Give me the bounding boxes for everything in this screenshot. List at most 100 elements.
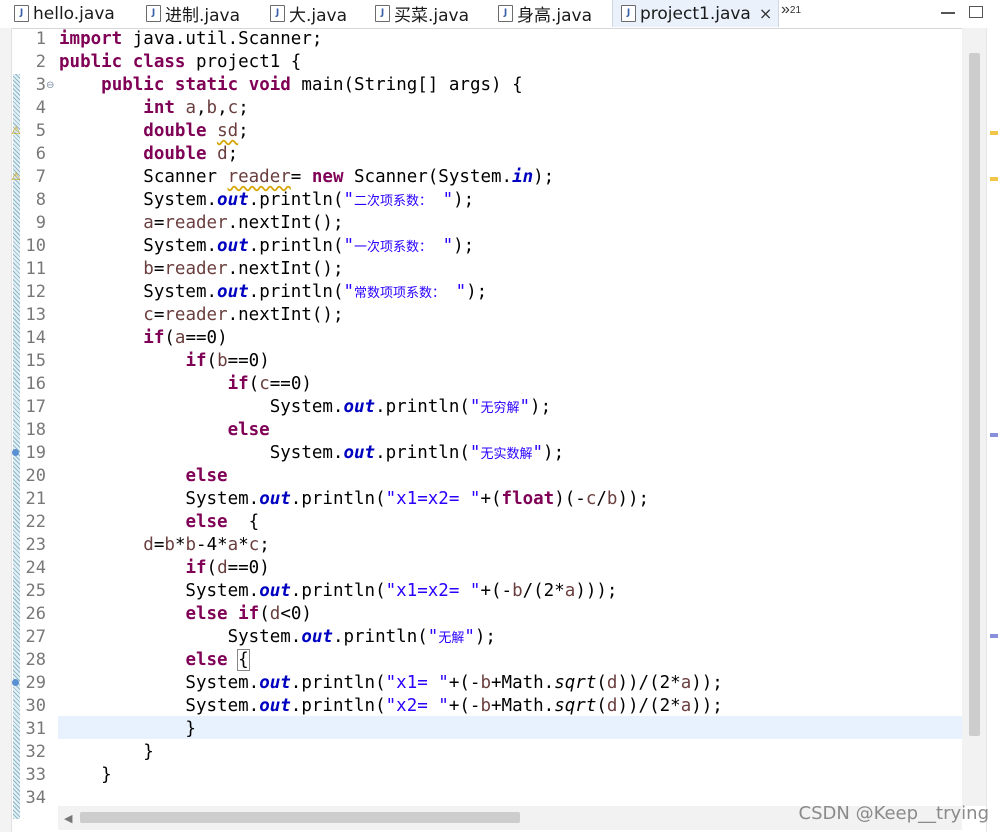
fold-collapse-icon[interactable]: ⊖	[46, 80, 54, 91]
code-line[interactable]: else {	[59, 511, 259, 534]
tab-da-java[interactable]: J 大.java	[270, 0, 347, 27]
line-number: 8	[35, 190, 46, 210]
code-line[interactable]: System.out.println("x1= "+(-b+Math.sqrt(…	[59, 672, 722, 695]
breakpoint-icon[interactable]	[12, 449, 19, 456]
code-line[interactable]: double sd;	[59, 120, 248, 143]
line-number: 28	[25, 650, 46, 670]
code-line[interactable]: System.out.println("无解");	[59, 626, 496, 649]
line-number: 21	[25, 489, 46, 509]
quick-diff-change-bar	[13, 74, 20, 819]
line-number: 17	[25, 397, 46, 417]
line-number: 18	[25, 420, 46, 440]
chevron-double-right-icon: »	[781, 1, 790, 18]
tab-label: 大.java	[289, 6, 348, 26]
code-line[interactable]: else if(d<0)	[59, 603, 311, 626]
line-number: 24	[25, 558, 46, 578]
line-number: 25	[25, 581, 46, 601]
tab-shengao-java[interactable]: J 身高.java	[498, 0, 592, 27]
line-number: 2	[35, 52, 46, 72]
code-line[interactable]: }	[59, 764, 112, 787]
code-line[interactable]: int a,b,c;	[59, 97, 248, 120]
tab-overflow-count: 21	[789, 5, 802, 16]
tab-jinzhi-java[interactable]: J 进制.java	[146, 0, 240, 27]
line-number: 13	[25, 305, 46, 325]
line-number: 16	[25, 374, 46, 394]
tab-hello-java[interactable]: J hello.java	[14, 0, 115, 27]
minimize-icon[interactable]	[941, 12, 955, 14]
code-line[interactable]: double d;	[59, 143, 238, 166]
code-line[interactable]: System.out.println("二次项系数： ");	[59, 189, 474, 212]
tab-project1-java[interactable]: J project1.java ×	[612, 0, 780, 27]
code-line[interactable]: b=reader.nextInt();	[59, 258, 343, 281]
tab-label: hello.java	[33, 3, 115, 24]
vertical-scrollbar-thumb[interactable]	[969, 53, 980, 736]
java-file-icon: J	[14, 5, 29, 22]
code-line[interactable]: if(b==0)	[59, 350, 269, 373]
line-number: 29	[25, 673, 46, 693]
code-line[interactable]: import java.util.Scanner;	[59, 28, 322, 51]
line-number: 23	[25, 535, 46, 555]
overview-occurrence-marker[interactable]	[990, 634, 998, 638]
tab-label: project1.java	[640, 3, 751, 24]
horizontal-scrollbar-thumb[interactable]	[80, 812, 520, 823]
java-file-icon: J	[621, 5, 636, 22]
line-number: 6	[35, 144, 46, 164]
code-line[interactable]: c=reader.nextInt();	[59, 304, 343, 327]
code-line[interactable]: else	[59, 465, 227, 488]
watermark: CSDN @Keep__trying	[798, 803, 989, 824]
scroll-left-icon[interactable]: ◀	[64, 812, 72, 825]
line-number: 1	[35, 29, 46, 49]
java-file-icon: J	[146, 5, 161, 22]
overview-occurrence-marker[interactable]	[990, 433, 998, 437]
line-number: 7	[35, 167, 46, 187]
code-line[interactable]: }	[59, 741, 154, 764]
code-line[interactable]: System.out.println("一次项系数： ");	[59, 235, 474, 258]
code-line[interactable]: Scanner reader= new Scanner(System.in);	[59, 166, 554, 189]
code-line[interactable]: System.out.println("无穷解");	[59, 396, 551, 419]
code-line[interactable]: System.out.println("x2= "+(-b+Math.sqrt(…	[59, 695, 722, 718]
overview-warning-marker[interactable]	[990, 131, 998, 135]
code-line[interactable]: else {	[59, 649, 250, 672]
line-number: 33	[25, 765, 46, 785]
line-number: 19	[25, 443, 46, 463]
tab-overflow-button[interactable]: » 21	[781, 0, 801, 28]
line-number: 11	[25, 259, 46, 279]
overview-warning-marker[interactable]	[990, 177, 998, 181]
code-line[interactable]: public class project1 {	[59, 51, 301, 74]
line-number: 12	[25, 282, 46, 302]
maximize-icon[interactable]	[969, 6, 983, 18]
code-line[interactable]: System.out.println("x1=x2= "+(-b/(2*a)))…	[59, 580, 617, 603]
line-number: 15	[25, 351, 46, 371]
code-line[interactable]: a=reader.nextInt();	[59, 212, 343, 235]
line-number: 5	[35, 121, 46, 141]
line-number: 4	[35, 98, 46, 118]
java-file-icon: J	[270, 5, 285, 22]
code-line[interactable]: }	[59, 718, 196, 741]
breakpoint-icon[interactable]	[12, 679, 19, 686]
line-number: 34	[25, 788, 46, 808]
line-number: 3	[35, 75, 46, 95]
tab-maicai-java[interactable]: J 买菜.java	[375, 0, 469, 27]
line-number: 20	[25, 466, 46, 486]
line-number: 10	[25, 236, 46, 256]
code-line[interactable]: System.out.println("无实数解");	[59, 442, 564, 465]
line-number: 9	[35, 213, 46, 233]
line-number: 32	[25, 742, 46, 762]
code-line[interactable]: d=b*b-4*a*c;	[59, 534, 270, 557]
code-line[interactable]: if(d==0)	[59, 557, 269, 580]
code-line[interactable]: if(c==0)	[59, 373, 312, 396]
code-line[interactable]: System.out.println("常数项项系数： ");	[59, 281, 487, 304]
line-number: 27	[25, 627, 46, 647]
line-number: 26	[25, 604, 46, 624]
tab-label: 买菜.java	[394, 6, 470, 26]
close-icon[interactable]: ×	[759, 4, 772, 23]
code-line[interactable]: public static void main(String[] args) {	[59, 74, 522, 97]
editor-window-controls	[937, 2, 997, 24]
line-number: 30	[25, 696, 46, 716]
java-file-icon: J	[498, 5, 513, 22]
overview-ruler[interactable]	[986, 28, 1003, 832]
code-line[interactable]: System.out.println("x1=x2= "+(float)(-c/…	[59, 488, 649, 511]
line-number: 14	[25, 328, 46, 348]
code-line[interactable]: if(a==0)	[59, 327, 227, 350]
code-line[interactable]: else	[59, 419, 270, 442]
